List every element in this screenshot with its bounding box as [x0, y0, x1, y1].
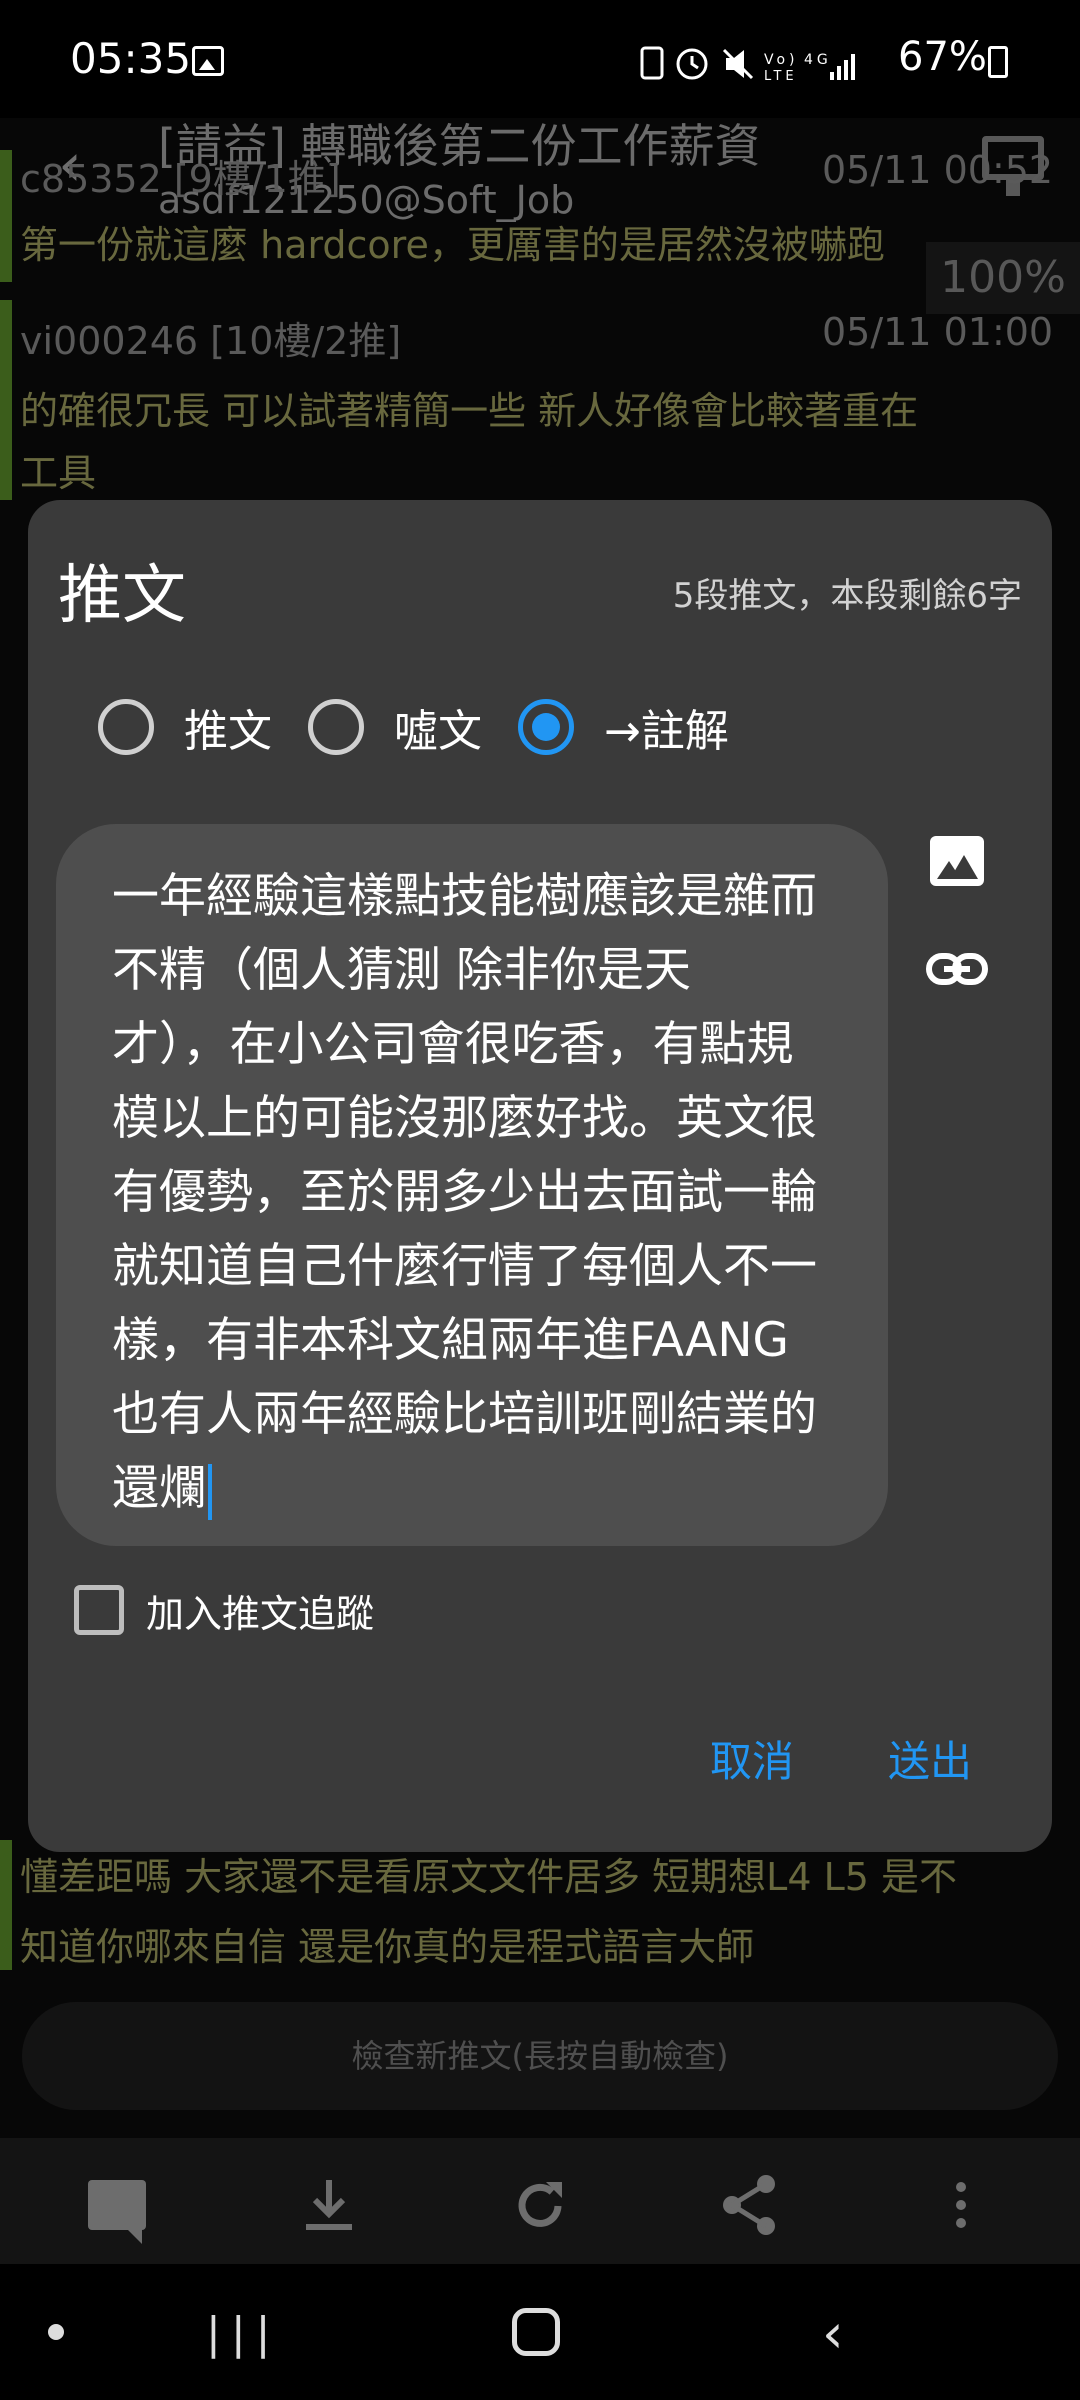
- radio-label: →註解: [604, 706, 729, 757]
- follow-label: 加入推文追蹤: [146, 1591, 375, 1636]
- svg-text:Vo): Vo): [764, 52, 799, 68]
- radio-label: 推文: [184, 706, 272, 757]
- svg-text:LTE: LTE: [764, 69, 798, 84]
- text-line: 有優勢，至於開多少出去面試一輪: [112, 1165, 817, 1220]
- recent-apps-icon[interactable]: |||: [206, 2308, 280, 2359]
- dialog-title: 推文: [58, 559, 186, 633]
- battery-percent: 67%: [898, 34, 987, 80]
- follow-comments-row[interactable]: 加入推文追蹤: [74, 1580, 374, 1640]
- send-button[interactable]: 送出: [888, 1728, 972, 1789]
- remaining-chars-info: 5段推文，本段剩餘6字: [672, 576, 1022, 616]
- share-icon[interactable]: [720, 2174, 778, 2236]
- gallery-notification-icon: [192, 46, 224, 76]
- text-cursor: [208, 1463, 212, 1520]
- radio-circle[interactable]: [98, 699, 154, 755]
- download-icon[interactable]: [300, 2176, 358, 2236]
- text-line: 樣，有非本科文組兩年進FAANG: [112, 1313, 789, 1368]
- radio-circle-selected[interactable]: [518, 699, 574, 755]
- radio-push[interactable]: 推文: [98, 692, 272, 762]
- dot-icon[interactable]: [48, 2324, 64, 2340]
- radio-circle[interactable]: [308, 699, 364, 755]
- comment-dialog: 推文 5段推文，本段剩餘6字 推文 噓文 →註解 一年經驗這樣點技能樹應該是雜而…: [28, 500, 1052, 1852]
- radio-label: 噓文: [394, 706, 482, 757]
- status-bar: 05:35 Vo) LTE 4G 67%: [0, 0, 1080, 118]
- status-time: 05:35: [70, 34, 192, 83]
- radio-annotation[interactable]: →註解: [518, 692, 729, 762]
- comment-icon[interactable]: [88, 2180, 146, 2244]
- radio-boo[interactable]: 噓文: [308, 692, 482, 762]
- svg-text:4G: 4G: [804, 52, 832, 68]
- comment-text-input[interactable]: 一年經驗這樣點技能樹應該是雜而 不精（個人猜測 除非你是天 才），在小公司會很吃…: [56, 824, 888, 1546]
- comment-text-value[interactable]: 一年經驗這樣點技能樹應該是雜而 不精（個人猜測 除非你是天 才），在小公司會很吃…: [112, 860, 848, 1526]
- status-icons: Vo) LTE 4G: [640, 44, 870, 91]
- text-line: 模以上的可能沒那麼好找。英文很: [112, 1091, 817, 1146]
- text-line: 還爛: [112, 1461, 206, 1516]
- text-line: 也有人兩年經驗比培訓班剛結業的: [112, 1387, 817, 1442]
- bottom-toolbar: [0, 2138, 1080, 2264]
- cancel-button[interactable]: 取消: [710, 1728, 794, 1789]
- text-line: 一年經驗這樣點技能樹應該是雜而: [112, 869, 817, 924]
- battery-icon: [988, 46, 1008, 78]
- text-line: 不精（個人猜測 除非你是天: [112, 943, 691, 998]
- home-icon[interactable]: [512, 2308, 560, 2356]
- insert-link-icon[interactable]: [926, 948, 988, 990]
- more-vert-icon[interactable]: [956, 2182, 966, 2236]
- text-line: 才），在小公司會很吃香，有點規: [112, 1017, 794, 1072]
- back-icon[interactable]: ‹: [822, 2302, 844, 2365]
- system-status-icons: Vo) LTE 4G: [640, 46, 855, 84]
- navigation-bar: ||| ‹: [0, 2264, 1080, 2400]
- refresh-icon[interactable]: [510, 2176, 570, 2236]
- insert-image-icon[interactable]: [930, 836, 984, 886]
- text-line: 就知道自己什麼行情了每個人不一: [112, 1239, 817, 1294]
- follow-checkbox[interactable]: [74, 1585, 124, 1635]
